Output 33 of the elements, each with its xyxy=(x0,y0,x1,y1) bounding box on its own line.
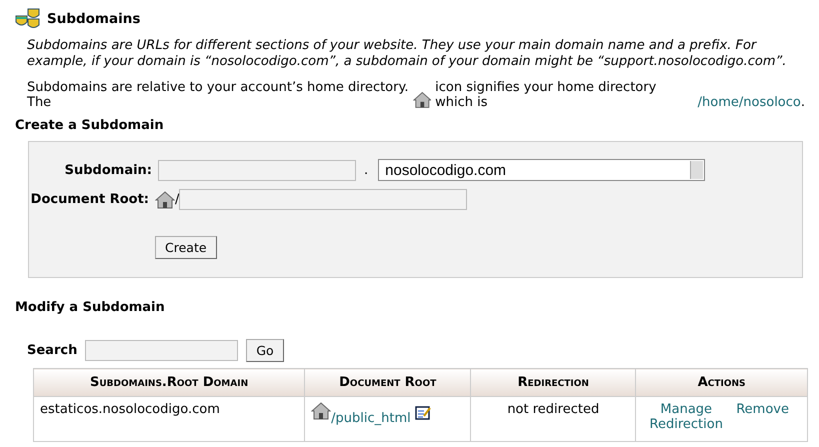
table-cell: estaticos.nosolocodigo.com xyxy=(34,396,305,442)
column-header: Subdomains.Root Domain xyxy=(34,368,305,396)
period-text: . xyxy=(800,95,805,110)
home-path-link[interactable]: /home/nosoloco xyxy=(698,95,801,110)
search-label: Search xyxy=(27,343,78,358)
column-header: Actions xyxy=(636,368,808,396)
field-label: Document Root: xyxy=(30,192,149,207)
docroot-link[interactable]: /public_html xyxy=(331,411,411,426)
table-cell: not redirected xyxy=(470,396,636,442)
column-header: Redirection xyxy=(470,368,636,396)
section-heading: Modify a Subdomain xyxy=(15,300,166,315)
action-link[interactable]: Remove xyxy=(736,402,789,432)
house-icon xyxy=(311,401,332,421)
dot-text: . xyxy=(364,162,368,178)
section-heading: Create a Subdomain xyxy=(15,118,165,133)
create-button[interactable]: Create xyxy=(155,236,217,259)
document-root-input[interactable] xyxy=(179,189,468,210)
subdomain-input[interactable] xyxy=(158,160,356,180)
field-label: Subdomain: xyxy=(64,162,152,178)
column-header: Document Root xyxy=(304,368,471,396)
shield-icon xyxy=(15,8,41,30)
go-button[interactable]: Go xyxy=(246,339,284,362)
search-field[interactable] xyxy=(85,340,238,361)
action-link[interactable]: Manage Redirection xyxy=(646,402,726,432)
slash-text: / xyxy=(175,192,180,207)
house-icon xyxy=(155,190,175,210)
domain-select[interactable]: nosolocodigo.com xyxy=(378,159,706,181)
note-text: Subdomains are relative to your account’s home directory. The xyxy=(27,80,408,110)
page-title: Subdomains xyxy=(47,11,140,27)
edit-icon[interactable] xyxy=(414,405,431,421)
note-text: icon signifies your home directory which is xyxy=(435,80,658,110)
intro-text: Subdomains are URLs for different sections of your website. They use your main domain name and a prefix. For example, if your domain is “nosolocodigo.com”, a subdomain of your domain might be “support.nosolocodigo.com”. xyxy=(27,38,788,70)
house-icon xyxy=(412,90,432,110)
